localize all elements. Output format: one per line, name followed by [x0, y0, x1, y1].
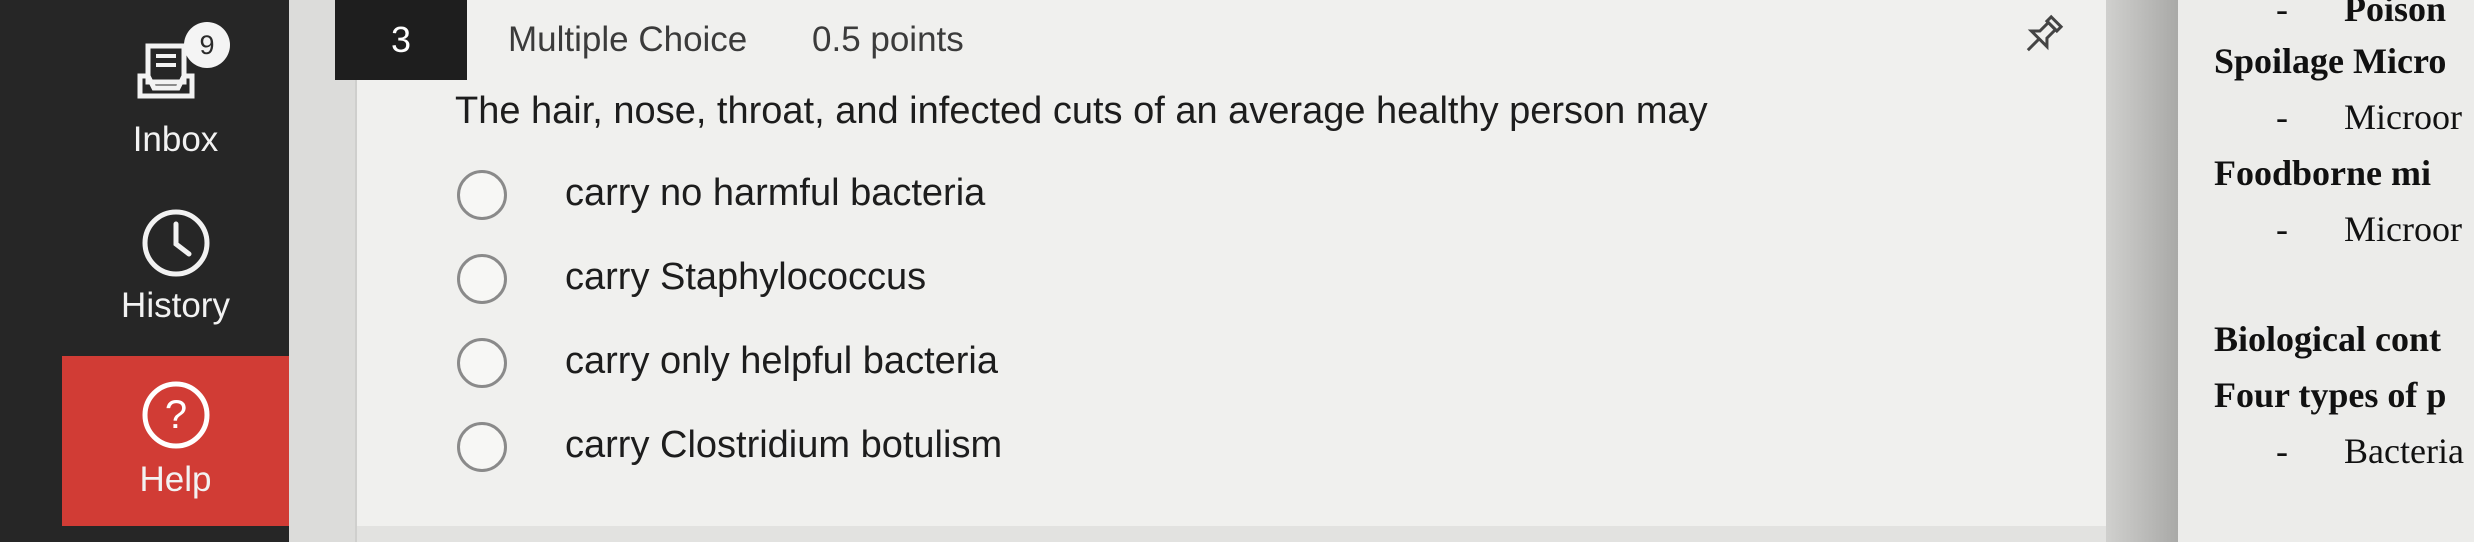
- doc-bullet-dash: -: [2276, 431, 2288, 471]
- doc-heading: Foodborne mi: [2214, 153, 2432, 193]
- answer-option-label: carry no harmful bacteria: [565, 172, 986, 214]
- doc-line: Bacteria: [2344, 431, 2464, 471]
- question-number: 3: [335, 0, 467, 80]
- doc-line: Microor: [2344, 209, 2462, 249]
- radio-button[interactable]: [457, 254, 507, 304]
- nav-history[interactable]: History: [62, 200, 289, 350]
- answer-option-label: carry Staphylococcus: [565, 256, 927, 298]
- doc-bullet-dash: -: [2276, 97, 2288, 137]
- answer-option[interactable]: carry Clostridium botulism: [455, 420, 1355, 480]
- question-points: 0.5 points: [812, 20, 964, 59]
- card-bottom-border: [357, 526, 2106, 542]
- content-gap: [289, 0, 355, 542]
- doc-heading: Spoilage Micro: [2214, 41, 2447, 81]
- radio-button[interactable]: [457, 422, 507, 472]
- nav-inbox[interactable]: 9 Inbox: [62, 20, 289, 170]
- doc-bullet-dash: -: [2276, 0, 2288, 29]
- answer-option-label: carry Clostridium botulism: [565, 424, 1003, 466]
- answer-option[interactable]: carry no harmful bacteria: [455, 168, 1355, 228]
- doc-line: Microor: [2344, 97, 2462, 137]
- clock-icon: [139, 206, 213, 284]
- notes-document: - Poison Spoilage Micro - Microor Foodbo…: [2178, 0, 2474, 542]
- radio-button[interactable]: [457, 170, 507, 220]
- nav-inbox-label: Inbox: [132, 120, 219, 159]
- question-type: Multiple Choice: [508, 20, 748, 59]
- nav-history-label: History: [121, 286, 230, 325]
- global-nav: 9 Inbox History ? Help: [0, 0, 289, 542]
- answer-option[interactable]: carry Staphylococcus: [455, 252, 1355, 312]
- question-text: The hair, nose, throat, and infected cut…: [455, 90, 1708, 132]
- doc-bullet-dash: -: [2276, 209, 2288, 249]
- radio-button[interactable]: [457, 338, 507, 388]
- nav-help[interactable]: ? Help: [62, 356, 289, 526]
- document-edge-shadow: [2108, 0, 2178, 542]
- pin-icon[interactable]: [2018, 12, 2066, 64]
- answer-option[interactable]: carry only helpful bacteria: [455, 336, 1355, 396]
- answer-option-label: carry only helpful bacteria: [565, 340, 998, 382]
- svg-text:?: ?: [164, 393, 186, 437]
- help-question-icon: ?: [139, 378, 213, 456]
- doc-line: Poison: [2344, 0, 2447, 29]
- inbox-badge: 9: [184, 22, 230, 68]
- nav-help-label: Help: [139, 460, 212, 499]
- doc-heading: Four types of p: [2214, 375, 2447, 415]
- doc-heading: Biological cont: [2214, 319, 2441, 359]
